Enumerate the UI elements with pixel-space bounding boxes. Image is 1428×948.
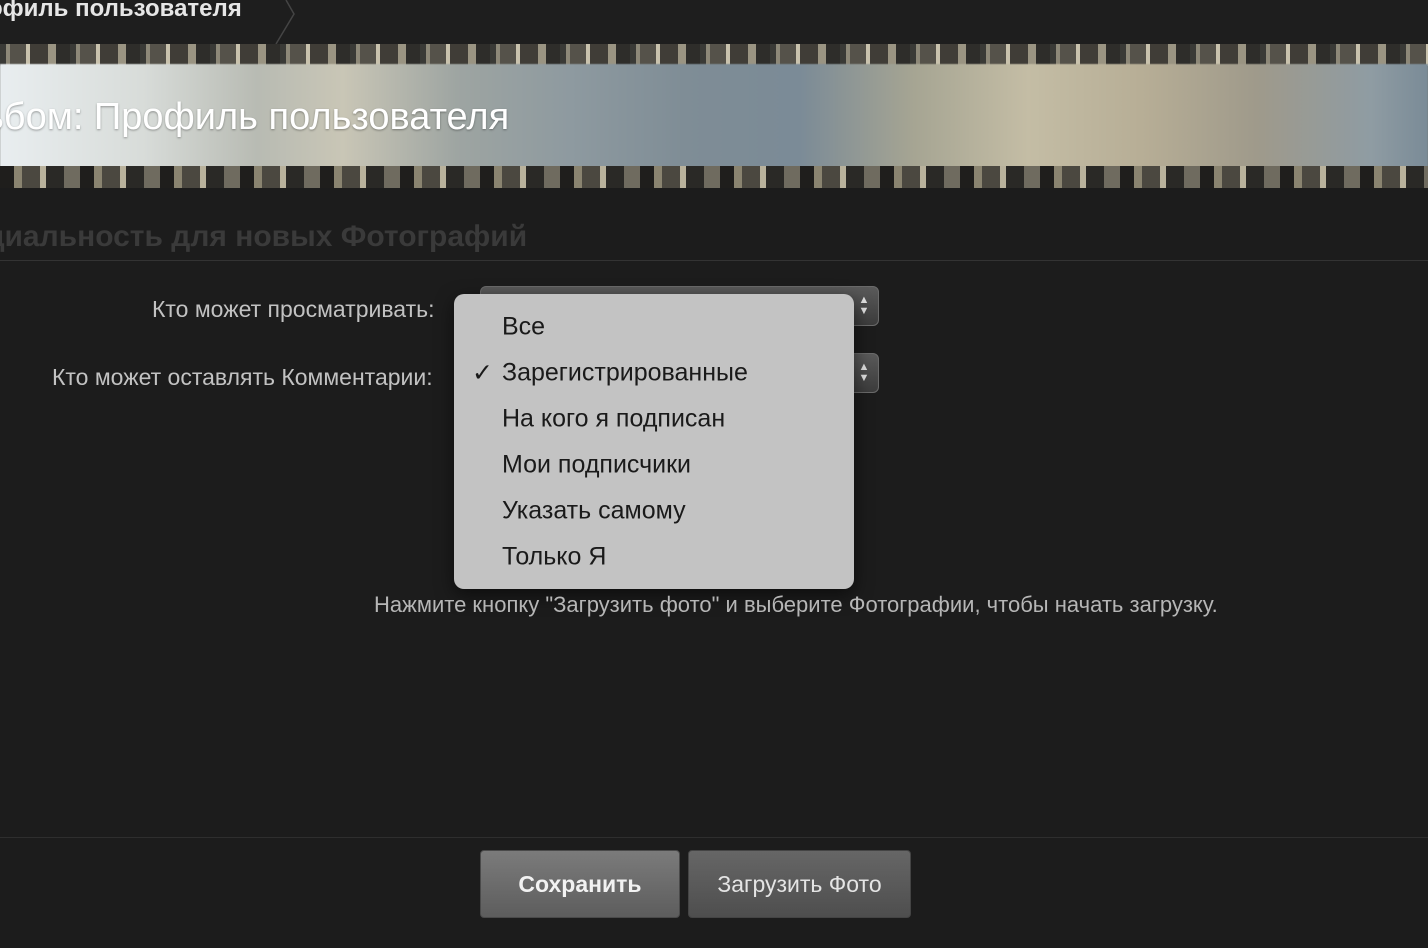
save-button[interactable]: Сохранить <box>480 850 680 918</box>
checkmark-icon: ✓ <box>472 359 493 387</box>
dropdown-option-label: Указать самому <box>502 496 686 525</box>
dropdown-option-following[interactable]: На кого я подписан <box>454 396 854 442</box>
dropdown-option-all[interactable]: Все <box>454 304 854 350</box>
upload-help-text: Нажмите кнопку "Загрузить фото" и выбери… <box>374 592 1218 617</box>
banner-image-bottom <box>0 166 1428 188</box>
updown-arrows-icon: ▲ ▼ <box>858 294 870 317</box>
footer-divider <box>0 837 1428 838</box>
breadcrumb: офиль пользователя <box>0 0 1428 44</box>
dropdown-option-only-me[interactable]: Только Я <box>454 534 854 580</box>
section-title: циальность для новых Фотографий <box>0 220 528 253</box>
comment-permission-label: Кто может оставлять Комментарии: <box>52 364 433 390</box>
chevron-right-icon <box>275 0 295 44</box>
dropdown-option-registered[interactable]: ✓ Зарегистрированные <box>454 350 854 396</box>
permission-dropdown-menu: Все ✓ Зарегистрированные На кого я подпи… <box>454 294 854 589</box>
updown-arrows-icon: ▲ ▼ <box>858 361 870 384</box>
dropdown-option-label: Только Я <box>502 542 607 571</box>
section-divider <box>0 260 1428 261</box>
dropdown-option-custom[interactable]: Указать самому <box>454 488 854 534</box>
dropdown-option-label: На кого я подписан <box>502 404 726 433</box>
dropdown-option-label: Мои подписчики <box>502 450 692 479</box>
dropdown-option-followers[interactable]: Мои подписчики <box>454 442 854 488</box>
view-permission-label: Кто может просматривать: <box>152 296 435 322</box>
page-title: ьбом: Профиль пользователя <box>0 96 510 138</box>
breadcrumb-current[interactable]: офиль пользователя <box>0 0 242 23</box>
upload-photo-button[interactable]: Загрузить Фото <box>688 850 911 918</box>
banner-image-top <box>0 44 1428 66</box>
dropdown-option-label: Зарегистрированные <box>502 358 748 387</box>
dropdown-option-label: Все <box>502 312 546 341</box>
